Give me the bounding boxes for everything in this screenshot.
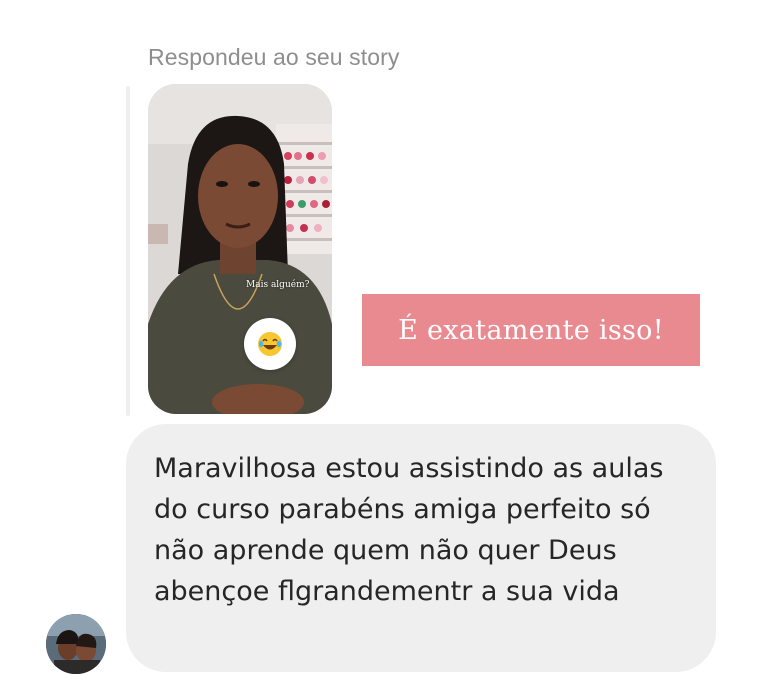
story-photo [148,84,332,414]
story-reply-caption: Respondeu ao seu story [148,44,400,70]
story-overlay-text: Mais alguém? [246,280,310,290]
laughing-emoji-icon [258,332,282,356]
story-sticker: É exatamente isso! [362,294,700,366]
message-text: Maravilhosa estou assistindo as aulas do… [154,453,664,607]
story-thumbnail[interactable]: Mais alguém? [148,84,332,414]
message-bubble[interactable]: Maravilhosa estou assistindo as aulas do… [126,424,716,672]
reply-indicator-bar [126,86,130,416]
avatar[interactable] [46,614,106,674]
avatar-icon [46,614,106,674]
reaction-bubble[interactable] [244,318,296,370]
